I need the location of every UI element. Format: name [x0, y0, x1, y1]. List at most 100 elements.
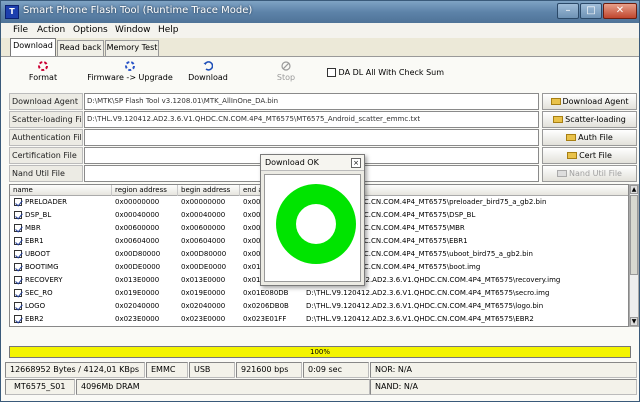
status-storage: EMMC [146, 362, 188, 378]
tab-download[interactable]: Download [10, 38, 56, 56]
row-checkbox[interactable] [14, 315, 22, 323]
status-bar-2: MT6575_S01 4096Mb DRAM NAND: N/A [5, 379, 637, 395]
close-button[interactable]: ✕ [603, 3, 637, 19]
da-checksum-option[interactable]: DA DL All With Check Sum [327, 68, 444, 77]
status-nand: NAND: N/A [370, 379, 637, 395]
row-name: MBR [10, 223, 112, 234]
cell-text: 0x01E080DB [243, 289, 289, 297]
scatter-loading-button[interactable]: Scatter-loading [542, 111, 637, 128]
stop-button[interactable]: Stop [269, 61, 303, 91]
tab-strip: Download Read back Memory Test [1, 38, 639, 56]
tab-memory-test[interactable]: Memory Test [105, 40, 159, 56]
row-name: UBOOT [10, 249, 112, 260]
row-name: EBR1 [10, 236, 112, 247]
row-end-address: 0x023E01FF [240, 314, 303, 325]
scroll-up-icon[interactable]: ▲ [630, 185, 638, 194]
row-checkbox[interactable] [14, 224, 22, 232]
main-window: T Smart Phone Flash Tool (Runtime Trace … [0, 0, 640, 402]
row-name: DSP_BL [10, 210, 112, 221]
da-checksum-checkbox[interactable] [327, 68, 336, 77]
table-row[interactable]: EBR2 0x023E0000 0x023E0000 0x023E01FF D:\THL… [10, 314, 628, 325]
row-checkbox[interactable] [14, 276, 22, 284]
cell-text: 0x02040000 [115, 302, 160, 310]
table-row[interactable]: LOGO 0x02040000 0x02040000 0x0206DB0B D:\THL… [10, 301, 628, 312]
firmware-upgrade-button[interactable]: Firmware -> Upgrade [87, 61, 173, 91]
row-region-address: 0x00040000 [112, 210, 178, 221]
row-begin-address: 0x00600000 [178, 223, 240, 234]
auth-file-button[interactable]: Auth File [542, 129, 637, 146]
table-row[interactable]: SEC_RO 0x019E0000 0x019E0000 0x01E080DB D:\T… [10, 288, 628, 299]
menu-help[interactable]: Help [158, 25, 179, 35]
cell-text: D:\THL.V9.120412.AD2.3.6.V1.QHDC.CN.COM.… [306, 315, 534, 323]
cell-text: 0x013E0000 [181, 276, 226, 284]
download-icon [203, 61, 213, 71]
minimize-button[interactable]: – [557, 3, 579, 19]
folder-icon [566, 134, 577, 141]
download-agent-button-label: Download Agent [562, 97, 629, 106]
row-region-address: 0x013E0000 [112, 275, 178, 286]
cell-text: 0x00604000 [181, 237, 226, 245]
row-checkbox[interactable] [14, 263, 22, 271]
firmware-upgrade-label: Firmware -> Upgrade [87, 73, 173, 82]
scroll-thumb[interactable] [630, 195, 638, 275]
authentication-file-field[interactable] [84, 129, 539, 146]
table-scrollbar[interactable]: ▲ ▼ [629, 184, 639, 327]
nand-util-file-button[interactable]: Nand Util File [542, 165, 637, 182]
cell-text: 0x023E01FF [243, 315, 287, 323]
cell-text: 0x00000000 [181, 198, 226, 206]
cell-text: 0x00D80000 [115, 250, 161, 258]
scatter-file-row: Scatter-loading File D:\THL.V9.120412.AD… [9, 111, 539, 128]
cell-text: EBR1 [25, 237, 44, 245]
row-checkbox[interactable] [14, 211, 22, 219]
progress-label: 100% [309, 348, 330, 356]
scroll-down-icon[interactable]: ▼ [630, 317, 638, 326]
scatter-file-field[interactable]: D:\THL.V9.120412.AD2.3.6.V1.QHDC.CN.COM.… [84, 111, 539, 128]
menu-action[interactable]: Action [37, 25, 65, 35]
col-begin-address[interactable]: begin address [178, 185, 240, 196]
status-chip: MT6575_S01 [5, 379, 75, 395]
download-button[interactable]: Download [184, 61, 232, 91]
app-icon: T [5, 5, 19, 19]
dialog-body [264, 174, 361, 282]
progress-bar: 100% [9, 346, 631, 358]
cell-text: 0x00DE0000 [181, 263, 227, 271]
row-checkbox[interactable] [14, 250, 22, 258]
firmware-upgrade-icon [125, 61, 135, 71]
download-ok-dialog: Download OK × [260, 154, 365, 286]
maximize-button[interactable]: □ [580, 3, 602, 19]
status-dram: 4096Mb DRAM [76, 379, 370, 395]
cell-text: PRELOADER [25, 198, 68, 206]
da-checksum-label: DA DL All With Check Sum [338, 68, 445, 77]
menu-options[interactable]: Options [73, 25, 108, 35]
cell-text: 0x00604000 [115, 237, 160, 245]
download-agent-button[interactable]: Download Agent [542, 93, 637, 110]
cell-text: 0x00040000 [181, 211, 226, 219]
tab-read-back[interactable]: Read back [57, 40, 104, 56]
row-checkbox[interactable] [14, 289, 22, 297]
status-nor: NOR: N/A [370, 362, 637, 378]
row-checkbox[interactable] [14, 198, 22, 206]
col-name[interactable]: name [10, 185, 112, 196]
row-begin-address: 0x023E0000 [178, 314, 240, 325]
cell-text: D:\THL.V9.120412.AD2.3.6.V1.QHDC.CN.COM.… [306, 302, 544, 310]
title-bar[interactable]: T Smart Phone Flash Tool (Runtime Trace … [1, 1, 639, 23]
stop-label: Stop [276, 73, 296, 82]
format-button[interactable]: Format [23, 61, 63, 91]
menu-window[interactable]: Window [115, 25, 151, 35]
row-checkbox[interactable] [14, 237, 22, 245]
certification-file-label: Certification File [9, 147, 83, 164]
download-agent-field[interactable]: D:\MTK\SP Flash Tool v3.1208.01\MTK_AllI… [84, 93, 539, 110]
cert-file-button[interactable]: Cert File [542, 147, 637, 164]
row-checkbox[interactable] [14, 302, 22, 310]
row-begin-address: 0x00D80000 [178, 249, 240, 260]
dialog-close-icon[interactable]: × [351, 158, 361, 168]
cell-text: DSP_BL [25, 211, 52, 219]
row-begin-address: 0x00040000 [178, 210, 240, 221]
menu-file[interactable]: File [13, 25, 28, 35]
row-name: EBR2 [10, 314, 112, 325]
row-begin-address: 0x00000000 [178, 197, 240, 208]
col-region-address[interactable]: region address [112, 185, 178, 196]
nand-util-file-button-label: Nand Util File [569, 169, 622, 178]
authentication-file-label: Authentication File [9, 129, 83, 146]
cell-text: 0x019E0000 [181, 289, 226, 297]
